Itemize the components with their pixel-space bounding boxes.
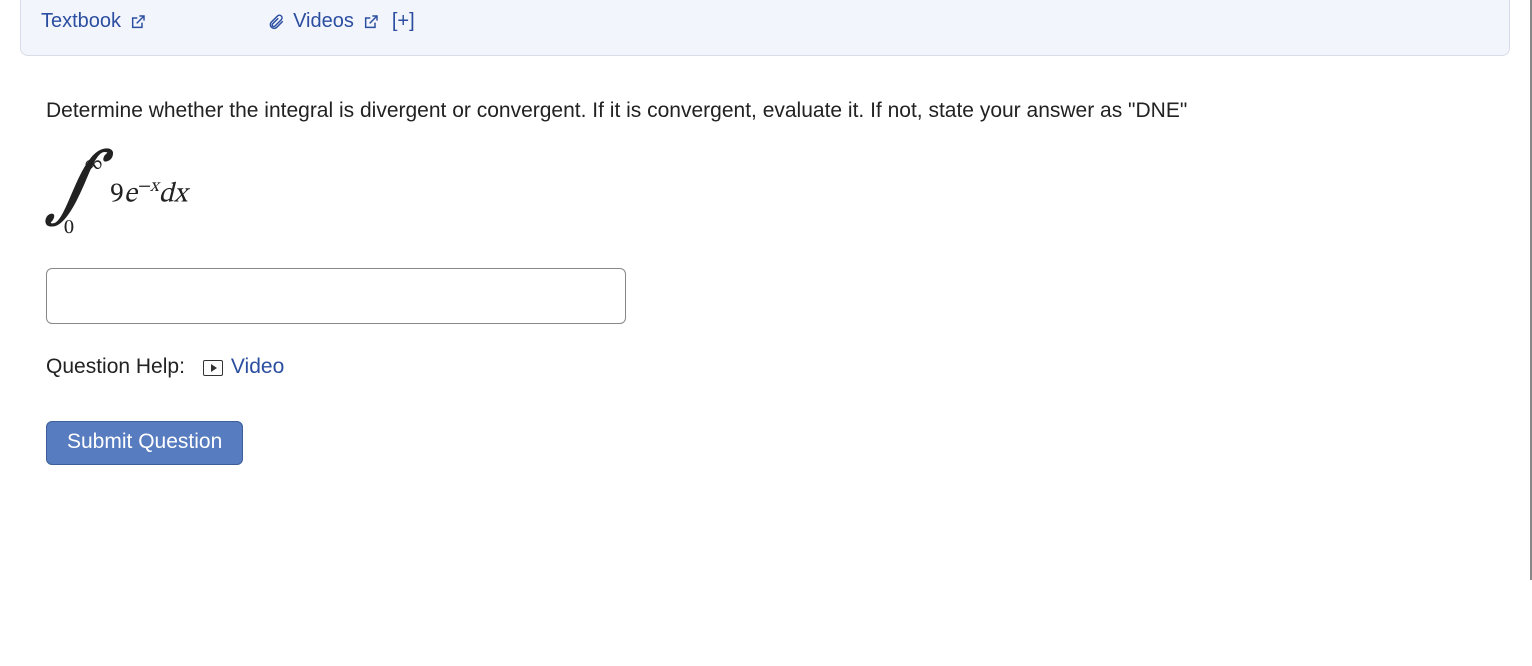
popout-icon	[362, 13, 380, 31]
help-video-link[interactable]: Video	[203, 352, 284, 382]
question-help-row: Question Help: Video	[46, 352, 1484, 382]
integral-expression: ∫ ∞ 0 9e−xdx	[46, 150, 1484, 240]
help-video-label: Video	[231, 352, 284, 382]
videos-link[interactable]: Videos [+]	[267, 10, 415, 33]
textbook-link[interactable]: Textbook	[41, 10, 147, 33]
paperclip-icon	[267, 13, 285, 31]
resource-bar: Textbook Videos [+]	[20, 0, 1510, 56]
expand-indicator[interactable]: [+]	[392, 10, 415, 33]
popout-icon	[129, 13, 147, 31]
play-icon	[203, 360, 223, 376]
integrand: 9e−xdx	[110, 174, 187, 215]
textbook-label: Textbook	[41, 10, 121, 33]
lower-limit: 0	[64, 214, 74, 243]
answer-input[interactable]	[46, 268, 626, 324]
videos-label: Videos	[293, 10, 354, 33]
upper-limit: ∞	[84, 150, 103, 179]
question-prompt: Determine whether the integral is diverg…	[46, 96, 1226, 126]
submit-button[interactable]: Submit Question	[46, 421, 243, 465]
question-body: Determine whether the integral is diverg…	[20, 86, 1510, 475]
question-help-label: Question Help:	[46, 352, 185, 382]
